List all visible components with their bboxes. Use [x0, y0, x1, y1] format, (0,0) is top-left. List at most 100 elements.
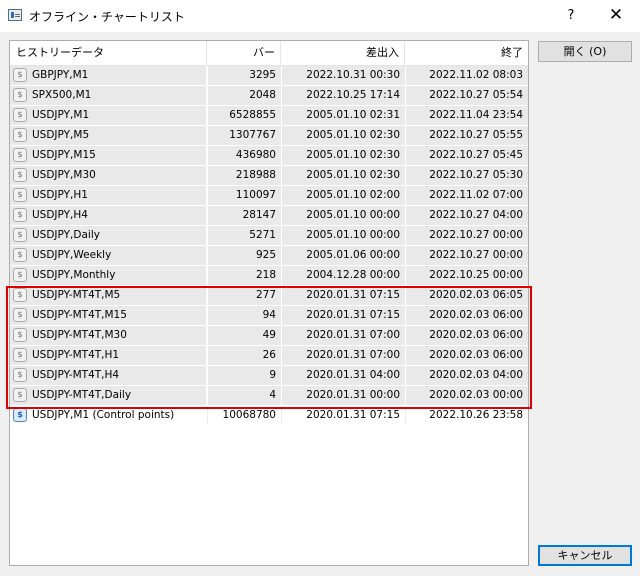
- row-end-cell: 2022.11.02 07:00: [405, 186, 528, 205]
- row-start-cell: 2020.01.31 04:00: [281, 366, 405, 385]
- row-symbol-cell: $ USDJPY,H4: [10, 206, 206, 225]
- row-end-cell: 2022.10.27 04:00: [405, 206, 528, 225]
- list-row[interactable]: $ USDJPY,M15 436980 2005.01.10 02:30 2022.10…: [10, 146, 528, 166]
- list-row[interactable]: $ SPX500,M1 2048 2022.10.25 17:14 2022.10.27…: [10, 86, 528, 106]
- row-start-cell: 2020.01.31 07:15: [281, 406, 405, 425]
- row-bars-cell: 5271: [207, 226, 281, 245]
- row-bars-cell: 4: [207, 386, 281, 405]
- list-row[interactable]: $ USDJPY,M30 218988 2005.01.10 02:30 2022.10…: [10, 166, 528, 186]
- list-row[interactable]: $ GBPJPY,M1 3295 2022.10.31 00:30 2022.11.02…: [10, 66, 528, 86]
- cancel-button[interactable]: キャンセル: [538, 545, 632, 566]
- row-end-cell: 2020.02.03 06:00: [405, 306, 528, 325]
- row-symbol-cell: $ USDJPY,H1: [10, 186, 206, 205]
- row-start-cell: 2005.01.10 02:30: [281, 166, 405, 185]
- row-end-cell: 2022.10.27 00:00: [405, 226, 528, 245]
- list-row[interactable]: $ USDJPY-MT4T,Daily 4 2020.01.31 00:00 2020.…: [10, 386, 528, 406]
- row-symbol-label: USDJPY,H1: [32, 189, 88, 201]
- row-symbol-cell: $ USDJPY-MT4T,M15: [10, 306, 206, 325]
- list-row[interactable]: $ USDJPY,M5 1307767 2005.01.10 02:30 2022.10…: [10, 126, 528, 146]
- column-header-history[interactable]: ヒストリーデータ: [10, 41, 207, 65]
- row-symbol-label: USDJPY-MT4T,M5: [32, 289, 121, 301]
- row-bars-cell: 110097: [207, 186, 281, 205]
- row-symbol-label: USDJPY,Monthly: [32, 269, 116, 281]
- row-end-cell: 2022.11.02 08:03: [405, 66, 528, 85]
- row-start-cell: 2004.12.28 00:00: [281, 266, 405, 285]
- row-start-cell: 2020.01.31 00:00: [281, 386, 405, 405]
- title-bar: オフライン・チャートリスト ? ✕: [0, 0, 640, 32]
- window-app-icon: [8, 9, 22, 21]
- row-start-cell: 2005.01.10 02:00: [281, 186, 405, 205]
- row-symbol-label: USDJPY-MT4T,H4: [32, 369, 120, 381]
- column-header-start[interactable]: 差出入: [281, 41, 405, 65]
- row-start-cell: 2005.01.10 02:30: [281, 126, 405, 145]
- dollar-icon: $: [13, 168, 27, 182]
- dollar-icon: $: [13, 68, 27, 82]
- row-end-cell: 2020.02.03 06:00: [405, 346, 528, 365]
- row-end-cell: 2020.02.03 04:00: [405, 366, 528, 385]
- column-header-bars[interactable]: バー: [207, 41, 281, 65]
- list-row[interactable]: $ USDJPY-MT4T,M30 49 2020.01.31 07:00 2020.0…: [10, 326, 528, 346]
- dollar-icon: $: [13, 88, 27, 102]
- open-button[interactable]: 開く (O): [538, 41, 632, 62]
- column-header-end[interactable]: 終了: [405, 41, 528, 65]
- row-start-cell: 2020.01.31 07:00: [281, 326, 405, 345]
- row-bars-cell: 3295: [207, 66, 281, 85]
- list-row[interactable]: $ USDJPY-MT4T,M15 94 2020.01.31 07:15 2020.0…: [10, 306, 528, 326]
- row-bars-cell: 9: [207, 366, 281, 385]
- row-bars-cell: 10068780: [207, 406, 281, 425]
- row-symbol-label: USDJPY,Daily: [32, 229, 100, 241]
- history-list[interactable]: ヒストリーデータ バー 差出入 終了 $ GBPJPY,M1 3295 2022.10…: [9, 40, 529, 566]
- list-row[interactable]: $ USDJPY,Weekly 925 2005.01.06 00:00 2022.10…: [10, 246, 528, 266]
- row-end-cell: 2020.02.03 06:05: [405, 286, 528, 305]
- row-symbol-label: SPX500,M1: [32, 89, 92, 101]
- row-symbol-cell: $ USDJPY,M30: [10, 166, 206, 185]
- row-symbol-label: USDJPY,H4: [32, 209, 88, 221]
- list-row[interactable]: $ USDJPY-MT4T,H4 9 2020.01.31 04:00 2020.02.…: [10, 366, 528, 386]
- row-symbol-cell: $ GBPJPY,M1: [10, 66, 206, 85]
- row-start-cell: 2022.10.25 17:14: [281, 86, 405, 105]
- row-symbol-cell: $ USDJPY,M1 (Control points): [10, 406, 206, 425]
- row-bars-cell: 218988: [207, 166, 281, 185]
- help-button[interactable]: ?: [558, 4, 584, 28]
- row-start-cell: 2020.01.31 07:00: [281, 346, 405, 365]
- list-header: ヒストリーデータ バー 差出入 終了: [10, 41, 528, 66]
- list-rows: $ GBPJPY,M1 3295 2022.10.31 00:30 2022.11.02…: [10, 66, 528, 426]
- dollar-icon: $: [13, 208, 27, 222]
- close-button[interactable]: ✕: [598, 4, 634, 28]
- list-row[interactable]: $ USDJPY,H4 28147 2005.01.10 00:00 2022.10.2…: [10, 206, 528, 226]
- row-end-cell: 2022.10.27 05:45: [405, 146, 528, 165]
- row-end-cell: 2022.10.27 05:30: [405, 166, 528, 185]
- dollar-icon: $: [13, 308, 27, 322]
- row-bars-cell: 925: [207, 246, 281, 265]
- row-start-cell: 2005.01.10 00:00: [281, 206, 405, 225]
- row-symbol-cell: $ USDJPY,Daily: [10, 226, 206, 245]
- row-end-cell: 2022.11.04 23:54: [405, 106, 528, 125]
- dollar-icon: $: [13, 228, 27, 242]
- dollar-icon: $: [13, 128, 27, 142]
- list-row[interactable]: $ USDJPY,M1 (Control points) 10068780 2020.…: [10, 406, 528, 426]
- row-end-cell: 2022.10.27 05:54: [405, 86, 528, 105]
- row-bars-cell: 26: [207, 346, 281, 365]
- row-bars-cell: 2048: [207, 86, 281, 105]
- row-start-cell: 2005.01.10 00:00: [281, 226, 405, 245]
- list-row[interactable]: $ USDJPY,Daily 5271 2005.01.10 00:00 2022.10…: [10, 226, 528, 246]
- row-end-cell: 2022.10.27 00:00: [405, 246, 528, 265]
- dollar-icon: $: [13, 388, 27, 402]
- dollar-icon: $: [13, 248, 27, 262]
- row-symbol-cell: $ USDJPY-MT4T,Daily: [10, 386, 206, 405]
- row-symbol-label: USDJPY,M30: [32, 169, 96, 181]
- list-row[interactable]: $ USDJPY,Monthly 218 2004.12.28 00:00 2022.1…: [10, 266, 528, 286]
- row-symbol-label: USDJPY-MT4T,M30: [32, 329, 127, 341]
- list-row[interactable]: $ USDJPY-MT4T,H1 26 2020.01.31 07:00 2020.02…: [10, 346, 528, 366]
- row-symbol-label: USDJPY,M1 (Control points): [32, 409, 175, 421]
- dollar-icon: $: [13, 348, 27, 362]
- row-end-cell: 2020.02.03 00:00: [405, 386, 528, 405]
- list-row[interactable]: $ USDJPY,H1 110097 2005.01.10 02:00 2022.11.…: [10, 186, 528, 206]
- row-bars-cell: 49: [207, 326, 281, 345]
- list-row[interactable]: $ USDJPY-MT4T,M5 277 2020.01.31 07:15 2020.0…: [10, 286, 528, 306]
- list-row[interactable]: $ USDJPY,M1 6528855 2005.01.10 02:31 2022.11…: [10, 106, 528, 126]
- window-title: オフライン・チャートリスト: [29, 10, 185, 24]
- dollar-icon: $: [13, 288, 27, 302]
- row-symbol-cell: $ USDJPY,Weekly: [10, 246, 206, 265]
- row-symbol-label: USDJPY,Weekly: [32, 249, 112, 261]
